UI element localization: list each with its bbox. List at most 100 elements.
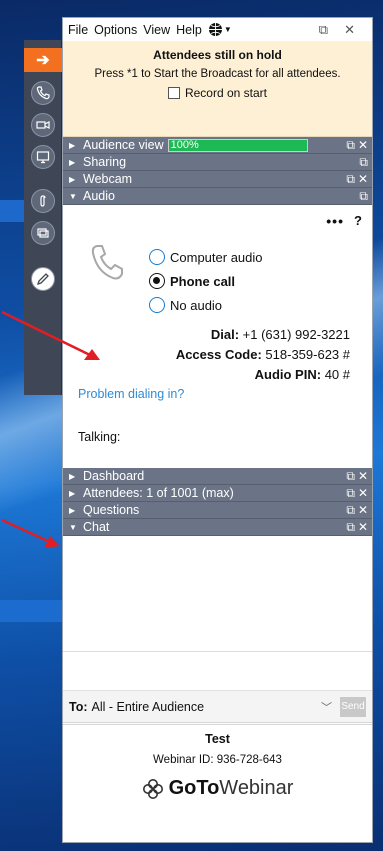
close-icon[interactable]: ✕ — [358, 138, 368, 153]
chat-bubbles-icon — [37, 228, 49, 238]
expand-triangle-icon: ▶ — [69, 471, 76, 481]
problem-dialing-link[interactable]: Problem dialing in? — [78, 387, 184, 401]
popout-icon[interactable]: ⧉ — [359, 189, 368, 204]
phone-handset-icon — [91, 245, 123, 280]
section-sharing[interactable]: ▶ Sharing ⧉ — [63, 154, 372, 171]
chat-log[interactable] — [63, 536, 372, 652]
section-audience-view[interactable]: ▶ Audience view 100% ⧉ ✕ — [63, 137, 372, 154]
section-label: Audience view — [83, 138, 164, 152]
chevron-down-icon[interactable]: ﹀ — [321, 699, 332, 715]
handouts-toolbar-button[interactable] — [29, 188, 57, 214]
section-label: Chat — [83, 520, 110, 534]
on-hold-instruction: Press *1 to Start the Broadcast for all … — [94, 68, 341, 80]
radio-button[interactable] — [149, 249, 165, 265]
webcam-icon — [36, 121, 50, 129]
collapse-triangle-icon: ▼ — [69, 522, 77, 532]
pencil-icon — [36, 273, 49, 286]
radio-button-selected[interactable] — [149, 273, 165, 289]
globe-icon — [208, 23, 222, 36]
audio-pin-label: Audio PIN: — [254, 367, 322, 382]
close-icon[interactable]: ✕ — [358, 520, 368, 535]
close-icon[interactable]: ✕ — [358, 486, 368, 501]
radio-label[interactable]: No audio — [170, 298, 222, 313]
annotation-arrow-chat — [1, 518, 60, 548]
section-label: Attendees: 1 of 1001 (max) — [83, 486, 234, 500]
radio-label[interactable]: Phone call — [170, 274, 235, 289]
section-attendees[interactable]: ▶ Attendees: 1 of 1001 (max) ⧉ ✕ — [63, 485, 372, 502]
radio-no-audio[interactable]: No audio — [149, 293, 263, 317]
popout-icon[interactable]: ⧉ — [346, 172, 355, 187]
expand-triangle-icon: ▶ — [69, 174, 76, 184]
section-label: Audio — [83, 189, 115, 203]
section-webcam[interactable]: ▶ Webcam ⧉ ✕ — [63, 171, 372, 188]
menu-options[interactable]: Options — [94, 23, 137, 37]
section-label: Sharing — [83, 155, 127, 169]
section-audio[interactable]: ▼ Audio ⧉ — [63, 188, 372, 205]
phone-icon — [36, 86, 50, 100]
send-button[interactable]: Send — [340, 696, 366, 717]
language-globe-button[interactable]: ▼ — [208, 22, 238, 37]
collapse-triangle-icon: ▼ — [69, 191, 77, 201]
popout-icon[interactable]: ⧉ — [346, 503, 355, 518]
webinar-title: Test — [205, 732, 230, 746]
section-questions[interactable]: ▶ Questions ⧉ ✕ — [63, 502, 372, 519]
on-hold-banner: Attendees still on hold Press *1 to Star… — [63, 41, 372, 137]
collapse-arrow-button[interactable]: ➔ — [24, 48, 62, 72]
drawing-tools-toolbar-button[interactable] — [29, 266, 57, 292]
webcam-toolbar-button[interactable] — [29, 112, 57, 138]
record-on-start-label[interactable]: Record on start — [185, 86, 267, 100]
paperclip-icon — [40, 195, 46, 207]
recipient-select[interactable]: All - Entire Audience — [92, 700, 205, 714]
talking-label: Talking: — [78, 430, 121, 444]
record-on-start-checkbox[interactable] — [167, 87, 180, 99]
webinar-footer: Test Webinar ID: 936-728-643 GoToWebinar — [63, 722, 372, 818]
expand-triangle-icon: ▶ — [69, 505, 76, 515]
access-code-value: 518-359-623 # — [265, 347, 350, 362]
close-icon[interactable]: ✕ — [358, 469, 368, 484]
expand-triangle-icon: ▶ — [69, 140, 76, 150]
popout-icon[interactable]: ⧉ — [346, 486, 355, 501]
popout-icon[interactable]: ⧉ — [359, 155, 368, 170]
access-code-label: Access Code: — [175, 347, 262, 362]
close-icon[interactable]: ✕ — [358, 172, 368, 187]
to-label: To: — [69, 699, 88, 714]
chat-recipient-row: To: All - Entire Audience ﹀ Send — [63, 690, 372, 722]
annotation-arrow-audio — [1, 310, 100, 360]
menu-bar: File Options View Help ▼ ⧉ ✕ — [63, 18, 372, 41]
radio-button[interactable] — [149, 297, 165, 313]
section-chat[interactable]: ▼ Chat ⧉ ✕ — [63, 519, 372, 536]
expand-triangle-icon: ▶ — [69, 157, 76, 167]
popout-icon[interactable]: ⧉ — [346, 469, 355, 484]
desktop-band — [0, 600, 70, 622]
radio-computer-audio[interactable]: Computer audio — [149, 245, 263, 269]
menu-help[interactable]: Help — [176, 23, 202, 37]
screen-share-toolbar-button[interactable] — [29, 144, 57, 170]
polls-toolbar-button[interactable] — [29, 220, 57, 246]
section-dashboard[interactable]: ▶ Dashboard ⧉ ✕ — [63, 468, 372, 485]
dial-number: +1 (631) 992-3221 — [242, 327, 350, 342]
menu-file[interactable]: File — [68, 23, 88, 37]
section-label: Dashboard — [83, 469, 145, 483]
undock-icon[interactable]: ⧉ — [319, 22, 328, 38]
logo-goto-text: GoTo — [168, 777, 220, 799]
chevron-down-icon: ▼ — [223, 25, 232, 34]
phone-toolbar-button[interactable] — [29, 80, 57, 106]
popout-icon[interactable]: ⧉ — [346, 138, 355, 153]
logo-webinar-text: Webinar — [219, 777, 294, 799]
close-icon[interactable]: ✕ — [358, 503, 368, 518]
chat-message-input[interactable] — [63, 652, 372, 690]
radio-phone-call[interactable]: Phone call — [149, 269, 263, 293]
more-options-button[interactable]: ••• — [326, 213, 344, 229]
gotowebinar-control-panel: File Options View Help ▼ ⧉ ✕ Attendees s… — [62, 17, 373, 843]
menu-view[interactable]: View — [143, 23, 170, 37]
expand-triangle-icon: ▶ — [69, 488, 76, 498]
help-button[interactable]: ? — [354, 213, 362, 228]
close-icon[interactable]: ✕ — [344, 22, 355, 38]
gotowebinar-logo: GoToWebinar — [63, 777, 372, 800]
audio-mode-options: Computer audio Phone call No audio — [149, 245, 263, 317]
section-label: Webcam — [83, 172, 133, 186]
radio-label[interactable]: Computer audio — [170, 250, 263, 265]
popout-icon[interactable]: ⧉ — [346, 520, 355, 535]
dial-label: Dial: — [210, 327, 240, 342]
flower-logo-icon — [142, 778, 163, 799]
